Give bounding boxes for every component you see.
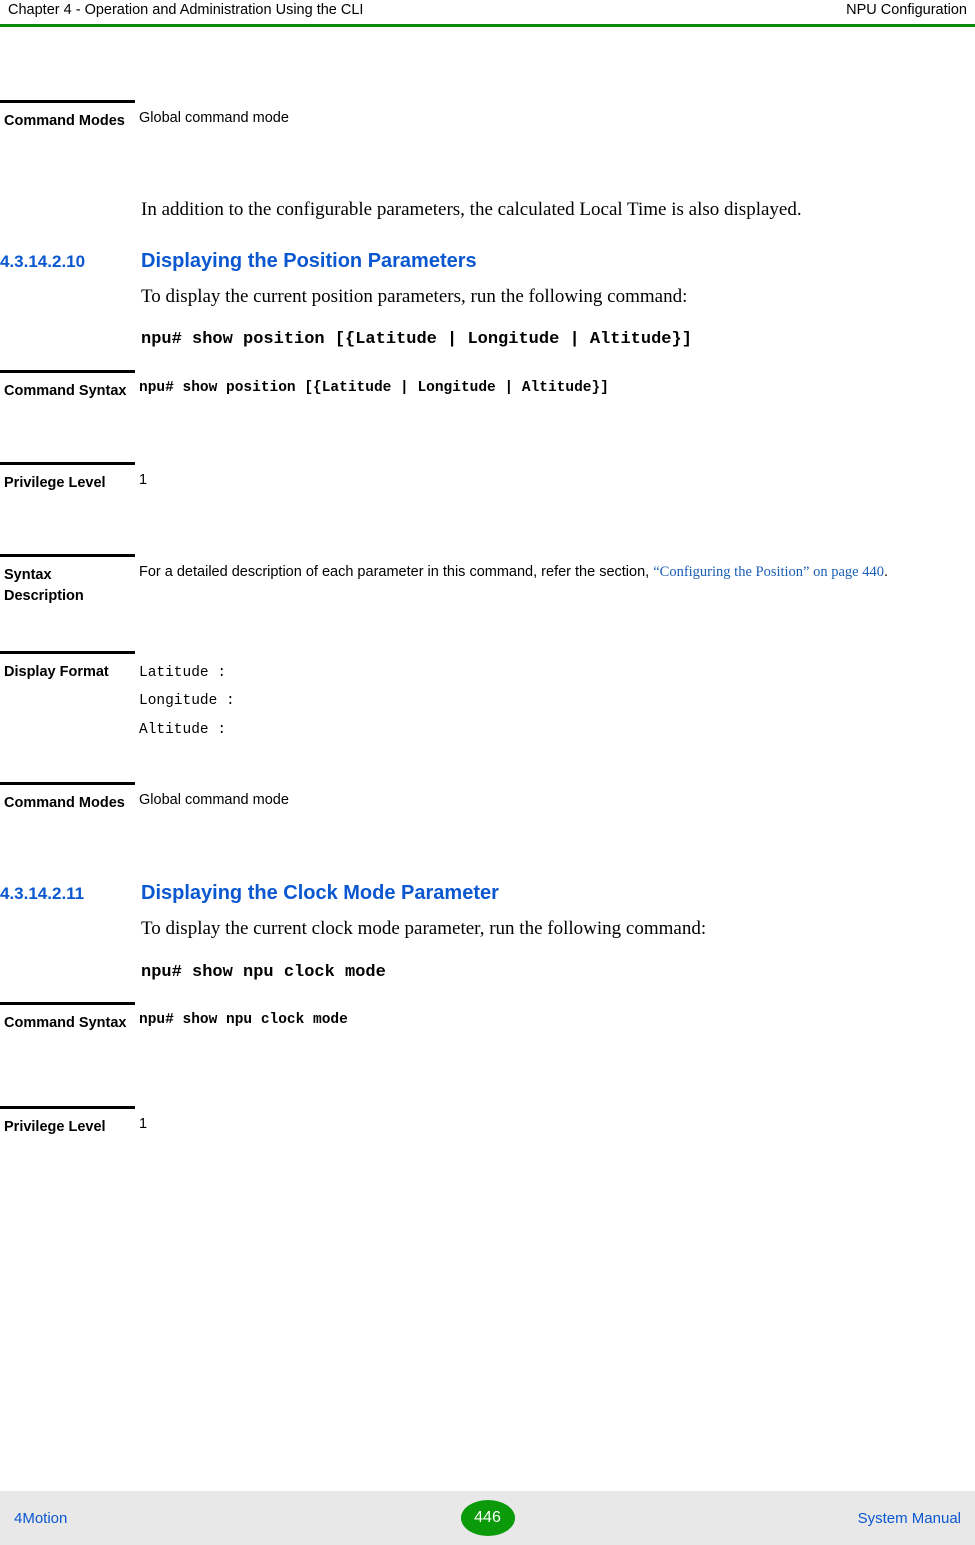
table-row: Syntax Description For a detailed descri…	[0, 554, 935, 615]
command-modes-table-1: Command Modes Global command mode	[0, 100, 935, 140]
row-value: For a detailed description of each param…	[135, 554, 935, 592]
row-value: Global command mode	[139, 791, 289, 808]
display-format-line: Altitude :	[139, 721, 227, 738]
row-label: Command Syntax	[0, 370, 135, 410]
header-chapter-title: Chapter 4 - Operation and Administration…	[8, 2, 364, 18]
clock-mode-command-table: Command Syntax npu# show npu clock mode …	[0, 1001, 935, 1146]
section-heading-position: 4.3.14.2.10 Displaying the Position Para…	[0, 250, 975, 273]
row-label: Privilege Level	[0, 462, 135, 502]
position-command-table: Command Syntax npu# show position [{Lati…	[0, 370, 935, 822]
table-row: Command Modes Global command mode	[0, 100, 935, 140]
display-format-line: Longitude :	[139, 693, 235, 710]
section-number: 4.3.14.2.10	[0, 251, 86, 271]
section-title: Displaying the Position Parameters	[141, 249, 477, 272]
table-row: Privilege Level 1	[0, 462, 935, 502]
row-value: npu# show position [{Latitude | Longitud…	[139, 380, 609, 397]
section-number: 4.3.14.2.11	[0, 883, 85, 903]
row-label: Privilege Level	[0, 1105, 135, 1146]
row-value: 1	[139, 1115, 148, 1132]
section-title: Displaying the Clock Mode Parameter	[141, 881, 499, 904]
top-spacer	[0, 27, 975, 100]
row-label: Command Syntax	[0, 1001, 135, 1042]
page-number-badge: 446	[460, 1500, 515, 1536]
page-content: Command Modes Global command mode In add…	[0, 27, 975, 1146]
table-row: Command Modes Global command mode	[0, 781, 935, 822]
row-value: Latitude : Longitude : Altitude :	[135, 651, 935, 752]
cross-reference-link[interactable]: “Configuring the Position” on page 440	[653, 564, 884, 580]
table-row: Privilege Level 1	[0, 1105, 935, 1146]
row-value: npu# show npu clock mode	[139, 1011, 348, 1028]
row-value: 1	[139, 472, 148, 489]
footer-document-title: System Manual	[857, 1509, 961, 1527]
page-header: Chapter 4 - Operation and Administration…	[0, 0, 975, 26]
syntax-description-suffix: .	[883, 564, 889, 581]
row-label: Syntax Description	[0, 554, 135, 615]
paragraph-local-time: In addition to the configurable paramete…	[141, 199, 802, 221]
table-row: Display Format Latitude : Longitude : Al…	[0, 651, 935, 752]
paragraph-position-intro: To display the current position paramete…	[141, 285, 688, 307]
page-footer: 4Motion 446 System Manual	[0, 1491, 975, 1545]
footer-product-name: 4Motion	[14, 1509, 68, 1527]
row-value: Global command mode	[139, 110, 289, 126]
section-heading-clock-mode: 4.3.14.2.11 Displaying the Clock Mode Pa…	[0, 882, 975, 905]
syntax-description-text: For a detailed description of each param…	[139, 564, 654, 581]
header-section-title: NPU Configuration	[846, 2, 967, 18]
command-line-clock-mode: npu# show npu clock mode	[141, 962, 386, 982]
row-label: Display Format	[0, 651, 135, 691]
paragraph-clock-mode-intro: To display the current clock mode parame…	[141, 917, 707, 939]
display-format-line: Latitude :	[139, 665, 227, 682]
table-row: Command Syntax npu# show npu clock mode	[0, 1001, 935, 1042]
command-line-position: npu# show position [{Latitude | Longitud…	[141, 330, 692, 350]
table-row: Command Syntax npu# show position [{Lati…	[0, 370, 935, 410]
row-label: Command Modes	[0, 781, 135, 822]
row-label: Command Modes	[0, 100, 135, 140]
